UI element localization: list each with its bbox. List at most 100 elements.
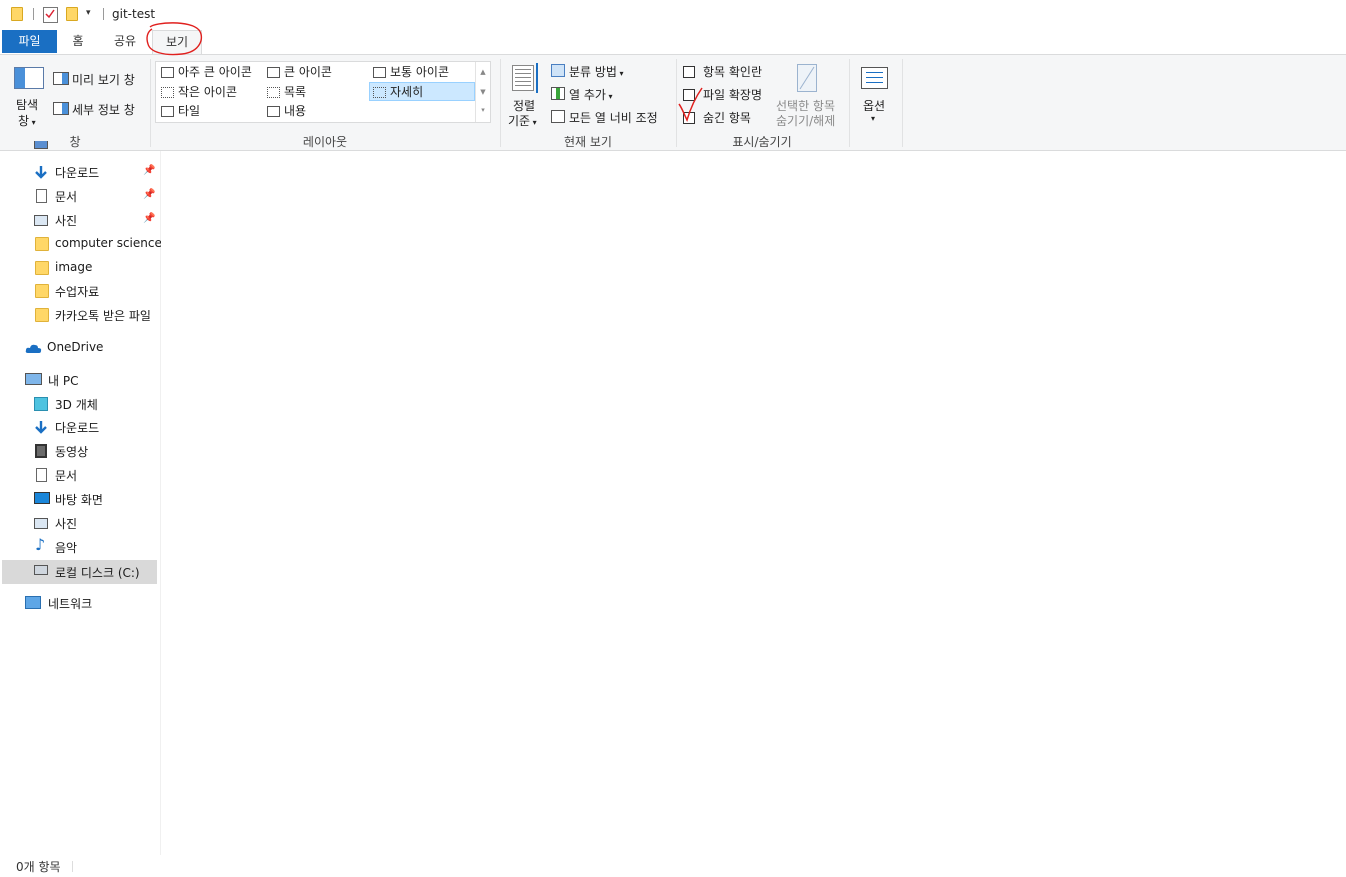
pin-icon[interactable]: 📌: [143, 213, 155, 224]
nav-item-label: 네트워크: [48, 597, 93, 611]
preview-pane-icon: [53, 72, 69, 85]
preview-pane-button[interactable]: 미리 보기 창: [72, 71, 135, 88]
chevron-down-icon[interactable]: ▼: [476, 82, 490, 102]
hidden-items-label[interactable]: 숨긴 항목: [703, 109, 751, 126]
extra-large-icons-icon: [161, 67, 174, 78]
nav-item-videos[interactable]: 동영상: [0, 440, 158, 462]
3d-objects-icon: [34, 397, 48, 411]
item-checkboxes-checkbox[interactable]: [683, 66, 695, 78]
tab-share[interactable]: 공유: [106, 30, 144, 53]
group-label-show-hide: 표시/숨기기: [732, 135, 792, 149]
nav-item-desktop[interactable]: 바탕 화면: [0, 488, 158, 510]
nav-item-3d-objects[interactable]: 3D 개체: [0, 393, 158, 415]
fit-columns-button[interactable]: 모든 열 너비 조정: [569, 109, 658, 126]
navigation-pane-icon[interactable]: [14, 67, 44, 89]
list-icon: [267, 87, 280, 98]
tab-home[interactable]: 홈: [64, 30, 92, 53]
layout-details[interactable]: 자세히: [369, 82, 475, 101]
window-title: git-test: [112, 7, 156, 21]
nav-item-documents[interactable]: 문서: [0, 464, 158, 486]
tab-view[interactable]: 보기: [152, 30, 202, 54]
sort-by-icon: [512, 65, 534, 91]
nav-item-pictures[interactable]: 사진 📌: [0, 209, 158, 231]
sort-arrow-icon: [536, 63, 538, 93]
nav-item-label: 음악: [55, 541, 78, 555]
nav-item-label: 다운로드: [55, 421, 100, 435]
chevron-down-icon[interactable]: ▾: [871, 114, 875, 123]
desktop-icon: [34, 492, 50, 504]
layout-medium-icons[interactable]: 보통 아이콘: [370, 63, 476, 82]
nav-item-clipped[interactable]: [0, 141, 158, 151]
layout-content[interactable]: 내용: [264, 102, 370, 121]
layout-list[interactable]: 목록: [264, 83, 370, 102]
nav-item-folder[interactable]: 카카오톡 받은 파일: [0, 304, 158, 326]
navigation-pane-button[interactable]: 창 ▾: [18, 112, 36, 129]
properties-icon[interactable]: [43, 7, 58, 23]
medium-icons-icon: [373, 67, 386, 78]
options-icon: [861, 67, 888, 89]
file-extensions-checkbox[interactable]: [683, 89, 695, 101]
folder-icon: [35, 308, 49, 322]
ribbon-tabs: 파일 홈 공유 보기: [0, 30, 1346, 54]
nav-item-label: 수업자료: [55, 285, 100, 299]
network-icon: [25, 596, 41, 609]
nav-item-label: 카카오톡 받은 파일: [55, 309, 151, 323]
item-count: 0개 항목: [16, 860, 61, 874]
video-icon: [35, 444, 47, 458]
nav-item-downloads[interactable]: 다운로드 📌: [0, 161, 158, 183]
nav-item-documents[interactable]: 문서 📌: [0, 185, 158, 207]
nav-item-label: image: [55, 260, 93, 274]
file-list-area[interactable]: [161, 151, 1346, 855]
folder-icon: [35, 237, 49, 251]
hidden-items-checkbox[interactable]: [683, 112, 695, 124]
nav-item-onedrive[interactable]: OneDrive: [0, 337, 158, 359]
nav-item-label: 문서: [55, 190, 78, 204]
status-bar: 0개 항목: [0, 855, 1346, 877]
chevron-down-icon: ▾: [605, 92, 613, 101]
nav-item-folder[interactable]: computer science: [0, 233, 162, 255]
options-button[interactable]: 옵션: [863, 97, 885, 114]
nav-item-folder[interactable]: 수업자료: [0, 280, 158, 302]
nav-item-folder[interactable]: image: [0, 257, 158, 279]
item-checkboxes-label[interactable]: 항목 확인란: [703, 63, 762, 80]
pin-icon[interactable]: 📌: [143, 189, 155, 200]
add-columns-icon: [551, 87, 565, 100]
fit-columns-icon: [551, 110, 565, 123]
nav-item-network[interactable]: 네트워크: [0, 592, 158, 614]
expand-gallery-icon[interactable]: ▾: [476, 102, 490, 120]
customize-quick-access-button[interactable]: ▾: [86, 8, 91, 18]
navigation-pane-label-2: 창: [18, 114, 30, 128]
nav-item-music[interactable]: ♪ 음악: [0, 536, 158, 558]
new-folder-icon[interactable]: [66, 7, 78, 21]
layout-tiles[interactable]: 타일: [158, 102, 264, 121]
large-icons-icon: [267, 67, 280, 78]
nav-item-label: 내 PC: [48, 374, 79, 388]
pin-icon[interactable]: 📌: [143, 165, 155, 176]
hide-selected-icon: [797, 64, 817, 92]
add-columns-button[interactable]: 열 추가 ▾: [569, 86, 613, 103]
tab-file[interactable]: 파일: [2, 30, 57, 53]
sort-by-button[interactable]: 기준 ▾: [508, 112, 537, 129]
layout-large-icons[interactable]: 큰 아이콘: [264, 63, 370, 82]
navigation-pane-label-1[interactable]: 탐색: [16, 96, 38, 113]
hide-selected-label-2[interactable]: 숨기기/해제: [776, 112, 835, 129]
content-icon: [267, 106, 280, 117]
nav-item-downloads[interactable]: 다운로드: [0, 416, 158, 438]
pictures-icon: [34, 518, 48, 529]
document-icon: [36, 189, 47, 203]
nav-item-local-disk[interactable]: 로컬 디스크 (C:): [2, 560, 157, 584]
separator: [33, 8, 34, 20]
layout-small-icons[interactable]: 작은 아이콘: [158, 83, 264, 102]
nav-item-pictures[interactable]: 사진: [0, 512, 158, 534]
details-pane-button[interactable]: 세부 정보 창: [72, 101, 135, 118]
nav-item-label: 동영상: [55, 445, 89, 459]
group-by-button[interactable]: 분류 방법 ▾: [569, 63, 624, 80]
nav-item-label: 3D 개체: [55, 398, 98, 412]
nav-item-this-pc[interactable]: 내 PC: [0, 369, 158, 391]
file-extensions-label[interactable]: 파일 확장명: [703, 86, 762, 103]
pictures-icon: [34, 215, 48, 226]
chevron-up-icon[interactable]: ▲: [476, 62, 490, 82]
nav-item-label: OneDrive: [47, 340, 104, 354]
gallery-scroll[interactable]: ▲ ▼ ▾: [475, 62, 490, 122]
layout-extra-large-icons[interactable]: 아주 큰 아이콘: [158, 63, 264, 82]
